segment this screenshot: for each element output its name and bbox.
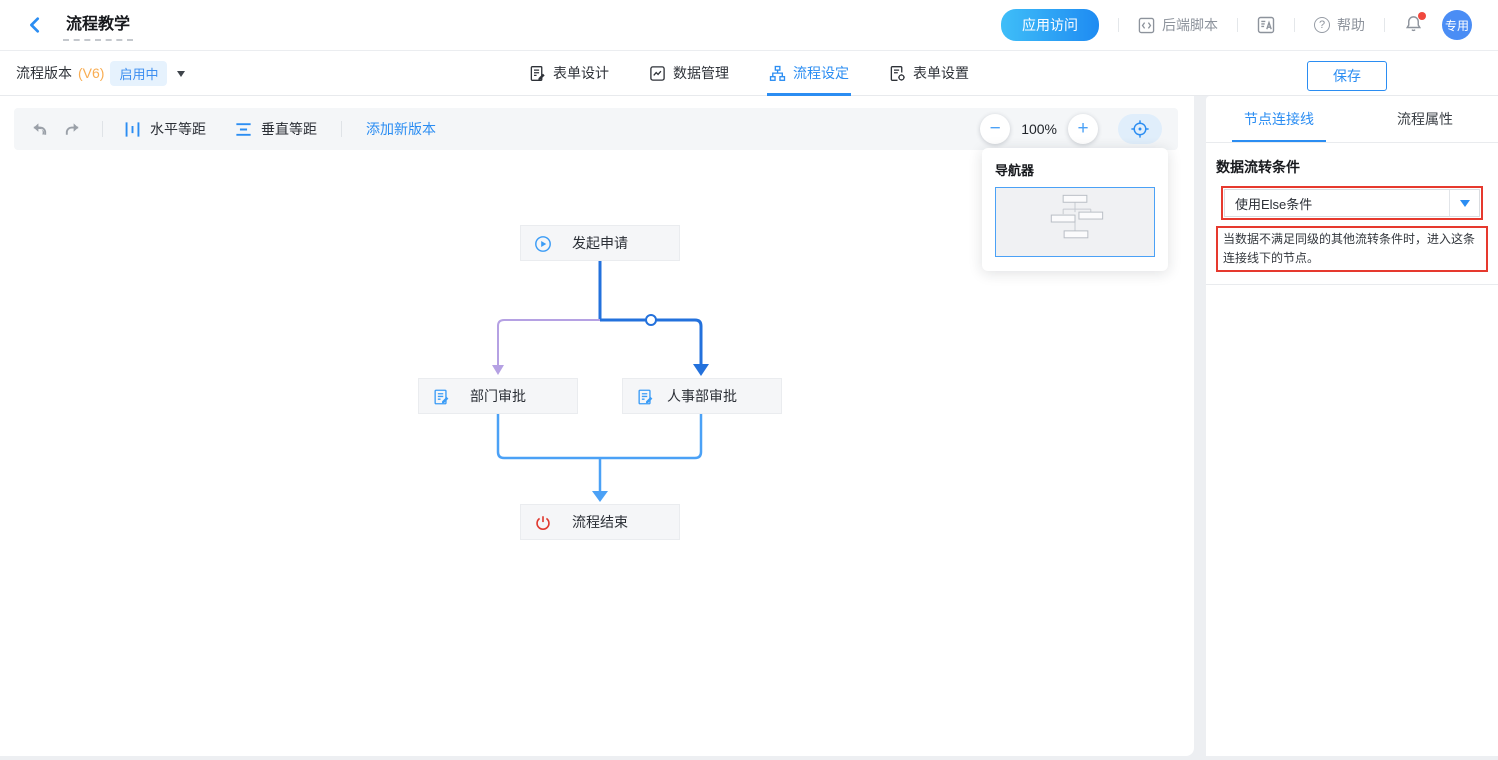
navigator-minimap[interactable] <box>995 187 1155 257</box>
end-power-icon <box>534 514 552 532</box>
properties-tabs: 节点连接线 流程属性 <box>1206 96 1498 143</box>
app-header: 流程教学 应用访问 后端脚本 ? <box>0 0 1498 51</box>
header-actions: 应用访问 后端脚本 ? 帮助 <box>1001 9 1472 41</box>
undo-button[interactable] <box>30 120 49 139</box>
notification-dot <box>1418 12 1426 20</box>
tab-label: 表单设计 <box>553 63 609 83</box>
connection-settings: 数据流转条件 使用Else条件 当数据不满足同级的其他流转条件时，进入这条连接线… <box>1206 143 1498 272</box>
tab-label: 节点连接线 <box>1232 109 1326 142</box>
select-caret-area[interactable] <box>1449 190 1479 216</box>
divider <box>341 121 342 137</box>
version-number: (V6) <box>78 65 104 81</box>
zoom-level: 100% <box>1021 121 1057 137</box>
version-selector[interactable]: 流程版本 (V6) 启用中 <box>16 61 185 86</box>
tab-flow-properties[interactable]: 流程属性 <box>1352 96 1498 142</box>
redo-icon <box>63 120 82 139</box>
status-badge: 启用中 <box>110 61 167 86</box>
chevron-left-icon <box>26 16 44 34</box>
canvas-toolbar: 水平等距 垂直等距 添加新版本 − 100% + <box>14 108 1178 150</box>
notifications-button[interactable] <box>1404 14 1423 36</box>
help-button[interactable]: ? 帮助 <box>1314 15 1365 35</box>
tab-flow-setting[interactable]: 流程设定 <box>769 51 849 96</box>
annotation-box-description: 当数据不满足同级的其他流转条件时，进入这条连接线下的节点。 <box>1216 226 1488 272</box>
back-button[interactable] <box>26 15 46 35</box>
node-label: 人事部审批 <box>667 386 737 406</box>
flow-node-dept-approval[interactable]: 部门审批 <box>418 378 578 414</box>
backend-script-button[interactable]: 后端脚本 <box>1138 15 1218 35</box>
language-template-button[interactable] <box>1257 16 1275 34</box>
flow-node-end[interactable]: 流程结束 <box>520 504 680 540</box>
annotation-box-select: 使用Else条件 <box>1221 186 1483 220</box>
crosshair-icon <box>1129 118 1151 140</box>
version-bar: 流程版本 (V6) 启用中 表单设计 数据管理 <box>0 51 1498 96</box>
tab-data-manage[interactable]: 数据管理 <box>649 51 729 96</box>
divider <box>1237 18 1238 32</box>
form-design-icon <box>529 65 546 82</box>
tab-node-connection[interactable]: 节点连接线 <box>1206 96 1352 142</box>
version-label: 流程版本 <box>16 63 72 83</box>
vertical-spacing-icon <box>234 120 253 139</box>
section-title: 数据流转条件 <box>1216 157 1488 177</box>
node-label: 流程结束 <box>572 512 628 532</box>
tab-label: 数据管理 <box>673 63 729 83</box>
form-settings-icon <box>889 65 906 82</box>
code-icon <box>1138 17 1155 34</box>
flow-node-start[interactable]: 发起申请 <box>520 225 680 261</box>
workspace: 水平等距 垂直等距 添加新版本 − 100% + <box>0 96 1498 760</box>
vertical-spacing-label: 垂直等距 <box>261 119 317 139</box>
edge-selected[interactable] <box>600 261 709 376</box>
form-approval-icon <box>636 388 654 406</box>
page-title: 流程教学 <box>63 10 133 41</box>
form-approval-icon <box>432 388 450 406</box>
data-manage-icon <box>649 65 666 82</box>
navigator-title: 导航器 <box>995 160 1155 179</box>
divider <box>1294 18 1295 32</box>
divider <box>1118 18 1119 32</box>
navigator-panel: 导航器 <box>982 148 1168 271</box>
minimap-graph <box>996 188 1154 256</box>
tab-label: 流程属性 <box>1385 109 1465 142</box>
zoom-out-button[interactable]: − <box>980 114 1010 144</box>
flow-node-hr-approval[interactable]: 人事部审批 <box>622 378 782 414</box>
divider <box>1206 284 1498 285</box>
condition-select-value: 使用Else条件 <box>1225 194 1449 213</box>
vertical-spacing-button[interactable]: 垂直等距 <box>234 119 317 139</box>
divider <box>102 121 103 137</box>
flow-setting-icon <box>769 65 786 82</box>
start-play-icon <box>534 235 552 253</box>
save-button[interactable]: 保存 <box>1307 61 1387 91</box>
edge-else[interactable] <box>492 320 600 375</box>
tab-label: 流程设定 <box>793 63 849 83</box>
backend-script-label: 后端脚本 <box>1162 15 1218 35</box>
app-page: 流程教学 应用访问 后端脚本 ? <box>0 0 1498 760</box>
horizontal-spacing-icon <box>123 120 142 139</box>
tab-form-design[interactable]: 表单设计 <box>529 51 609 96</box>
help-label: 帮助 <box>1337 15 1365 35</box>
module-tabs: 表单设计 数据管理 流程设定 <box>529 51 969 96</box>
edge-merge[interactable] <box>498 414 701 502</box>
avatar[interactable]: 专用 <box>1442 10 1472 40</box>
tab-label: 表单设置 <box>913 63 969 83</box>
locate-button[interactable] <box>1118 114 1162 144</box>
redo-button[interactable] <box>63 120 82 139</box>
divider <box>1384 18 1385 32</box>
help-icon: ? <box>1314 17 1330 33</box>
tab-form-settings[interactable]: 表单设置 <box>889 51 969 96</box>
zoom-in-button[interactable]: + <box>1068 114 1098 144</box>
flow-canvas[interactable]: 水平等距 垂直等距 添加新版本 − 100% + <box>0 96 1194 756</box>
app-access-button[interactable]: 应用访问 <box>1001 9 1099 41</box>
condition-description: 当数据不满足同级的其他流转条件时，进入这条连接线下的节点。 <box>1223 232 1475 265</box>
horizontal-spacing-button[interactable]: 水平等距 <box>123 119 206 139</box>
undo-icon <box>30 120 49 139</box>
chevron-down-icon <box>1460 200 1470 212</box>
edge-handle[interactable] <box>646 315 656 325</box>
translate-icon <box>1257 16 1275 34</box>
add-version-link[interactable]: 添加新版本 <box>366 119 436 139</box>
node-label: 部门审批 <box>470 386 526 406</box>
properties-panel: 节点连接线 流程属性 数据流转条件 使用Else条件 当数据不满足同级的其他流转… <box>1206 96 1498 756</box>
node-label: 发起申请 <box>572 233 628 253</box>
chevron-down-icon <box>177 71 185 81</box>
horizontal-spacing-label: 水平等距 <box>150 119 206 139</box>
condition-select[interactable]: 使用Else条件 <box>1224 189 1480 217</box>
